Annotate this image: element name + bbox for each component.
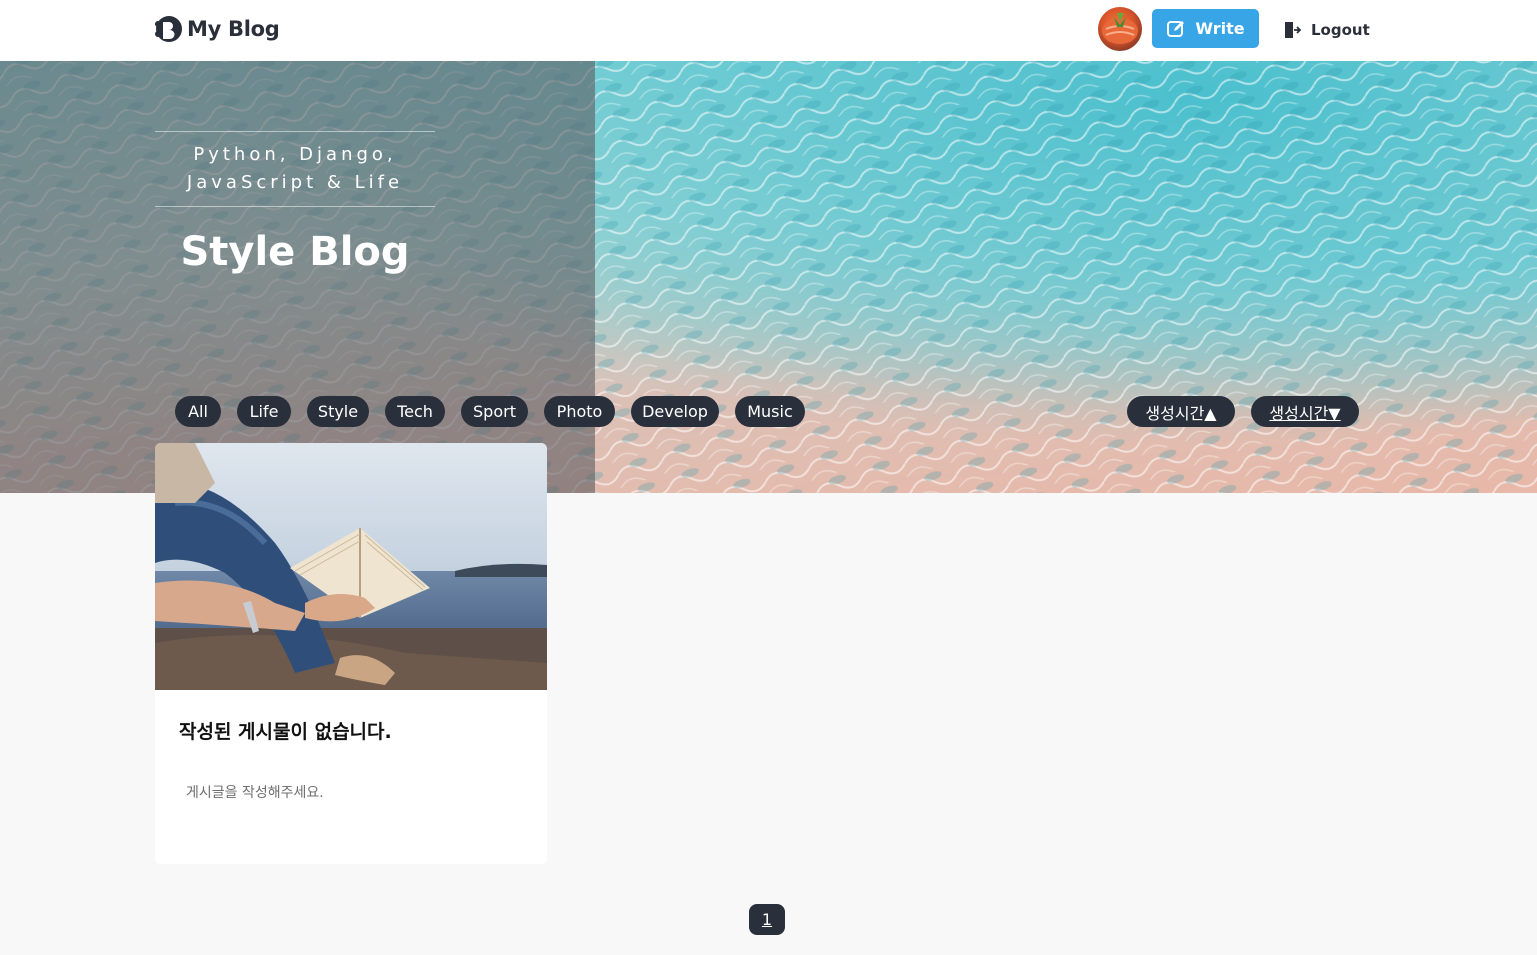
write-button[interactable]: Write bbox=[1152, 9, 1259, 48]
page-number: 1 bbox=[761, 910, 773, 929]
category-life[interactable]: Life bbox=[237, 396, 291, 427]
hero-tagline: Python, Django, JavaScript & Life bbox=[155, 131, 435, 207]
logout-button[interactable]: Logout bbox=[1282, 16, 1370, 44]
top-nav: My Blog Write Logout bbox=[0, 0, 1537, 61]
logout-label: Logout bbox=[1311, 21, 1370, 39]
category-filter-bar: All Life Style Tech Sport Photo Develop … bbox=[0, 396, 1537, 427]
user-avatar[interactable] bbox=[1098, 7, 1142, 51]
write-label: Write bbox=[1195, 19, 1245, 38]
post-title: 작성된 게시물이 없습니다. bbox=[179, 721, 392, 743]
sort-created-asc-button[interactable]: 생성시간▲ bbox=[1127, 396, 1235, 427]
edit-icon bbox=[1167, 20, 1185, 37]
category-photo[interactable]: Photo bbox=[544, 396, 615, 427]
hero-overlay bbox=[0, 61, 595, 493]
post-thumbnail bbox=[155, 443, 547, 690]
category-all[interactable]: All bbox=[175, 396, 221, 427]
logout-icon bbox=[1285, 22, 1302, 38]
hero-title: Style Blog bbox=[180, 229, 410, 275]
sort-asc-label: 생성시간▲ bbox=[1145, 403, 1217, 423]
blog-logo-icon bbox=[155, 16, 182, 42]
logo-text: My Blog bbox=[187, 17, 280, 41]
category-style[interactable]: Style bbox=[307, 396, 369, 427]
post-excerpt: 게시글을 작성해주세요. bbox=[186, 785, 324, 801]
pagination-page-1[interactable]: 1 bbox=[749, 904, 785, 935]
hero-banner: Python, Django, JavaScript & Life Style … bbox=[0, 61, 1537, 493]
logo-link[interactable]: My Blog bbox=[153, 14, 280, 44]
category-develop[interactable]: Develop bbox=[631, 396, 719, 427]
tagline-line-2: JavaScript & Life bbox=[186, 172, 404, 193]
reading-book-image bbox=[155, 443, 547, 690]
sort-desc-label: 생성시간▼ bbox=[1269, 403, 1341, 423]
tagline-line-1: Python, Django, bbox=[193, 144, 397, 165]
category-music[interactable]: Music bbox=[735, 396, 805, 427]
category-sport[interactable]: Sport bbox=[461, 396, 528, 427]
avatar-image bbox=[1102, 13, 1138, 44]
sort-created-desc-button[interactable]: 생성시간▼ bbox=[1251, 396, 1359, 427]
category-tech[interactable]: Tech bbox=[385, 396, 445, 427]
post-card[interactable]: 작성된 게시물이 없습니다. 게시글을 작성해주세요. bbox=[155, 443, 547, 864]
